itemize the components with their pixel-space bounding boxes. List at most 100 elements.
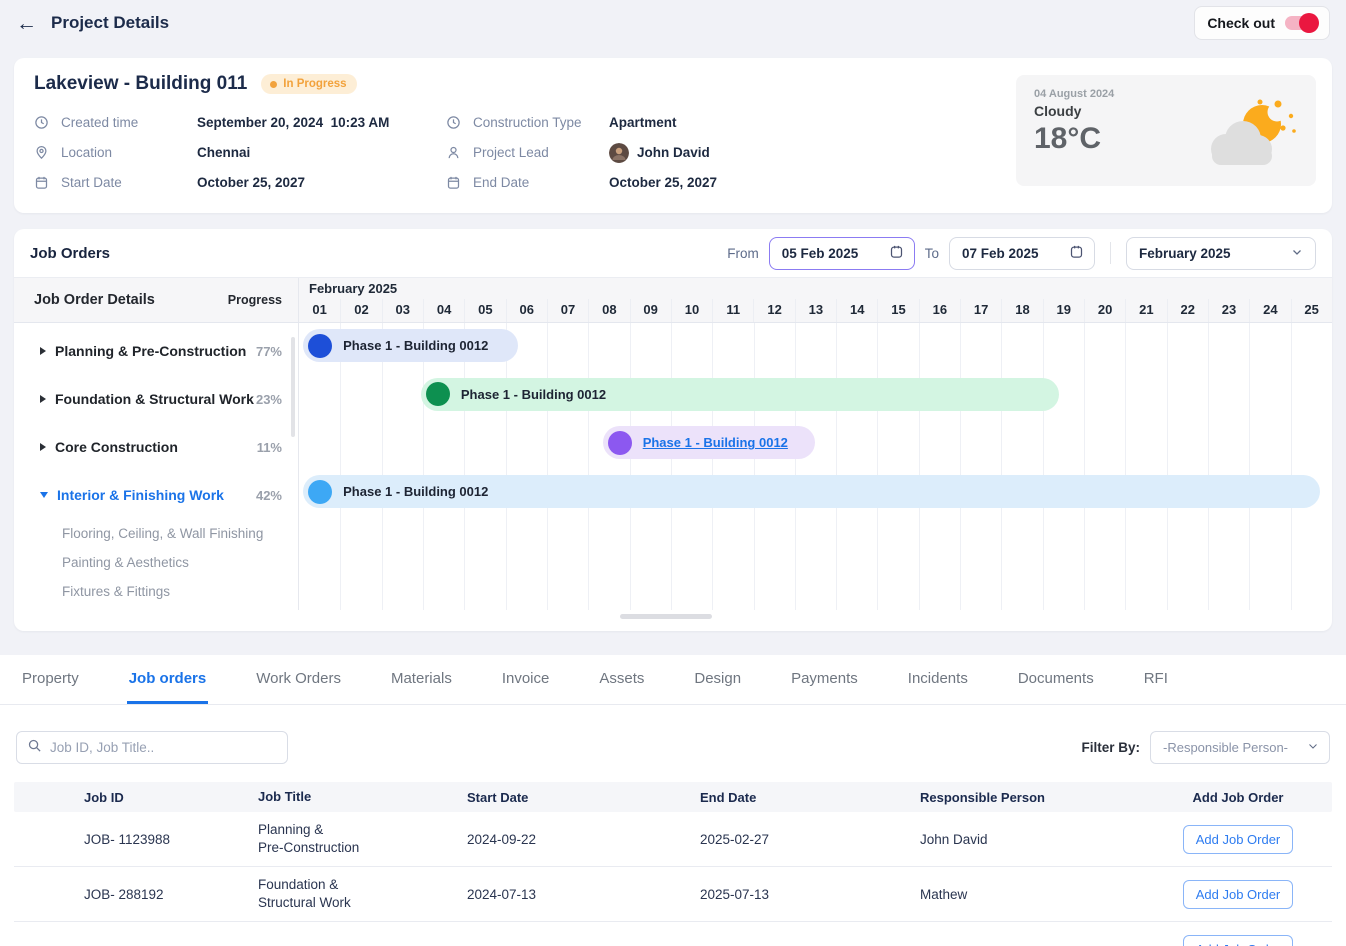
tab-documents[interactable]: Documents <box>1016 655 1096 704</box>
gantt-gridline <box>754 323 755 610</box>
tab-design[interactable]: Design <box>692 655 743 704</box>
chevron-down-icon <box>1307 740 1319 755</box>
field-value: John David <box>609 143 710 163</box>
tab-property[interactable]: Property <box>20 655 81 704</box>
day-header-cell: 15 <box>877 299 918 322</box>
search-box[interactable] <box>16 731 288 764</box>
job-order-subitem[interactable]: Fixtures & Fittings <box>14 577 298 606</box>
horizontal-scrollbar[interactable] <box>620 614 712 619</box>
day-header-cell: 20 <box>1084 299 1125 322</box>
day-header-cell: 24 <box>1249 299 1290 322</box>
job-order-item[interactable]: Interior & Finishing Work42% <box>14 471 298 519</box>
day-header-cell: 19 <box>1043 299 1084 322</box>
calendar-icon <box>446 175 462 190</box>
add-job-order-button[interactable]: Add Job Order <box>1183 825 1294 854</box>
tab-job-orders[interactable]: Job orders <box>127 655 209 704</box>
checkout-toggle[interactable] <box>1285 16 1317 30</box>
gantt-bar[interactable]: Phase 1 - Building 0012 <box>421 378 1059 411</box>
job-order-item[interactable]: Planning & Pre-Construction77% <box>14 327 298 375</box>
gantt-body: Planning & Pre-Construction77%Foundation… <box>14 323 1332 610</box>
job-id-cell: JOB- 1123988 <box>14 832 204 847</box>
gantt-days-header: February 2025 01020304050607080910111213… <box>299 278 1332 322</box>
page-title: Project Details <box>51 13 169 33</box>
topbar: ← Project Details Check out <box>0 0 1346 46</box>
search-input[interactable] <box>50 740 277 755</box>
tab-incidents[interactable]: Incidents <box>906 655 970 704</box>
tab-assets[interactable]: Assets <box>597 655 646 704</box>
gantt-month-label: February 2025 <box>309 281 397 296</box>
vertical-scrollbar[interactable] <box>291 337 295 437</box>
job-order-item[interactable]: Foundation & Structural Work23% <box>14 375 298 423</box>
day-header-cell: 05 <box>464 299 505 322</box>
day-header-cell: 03 <box>382 299 423 322</box>
field-label: Construction Type <box>473 115 609 130</box>
gantt-gridline <box>877 323 878 610</box>
end-date-cell: 2025-02-27 <box>664 832 894 847</box>
divider <box>1110 242 1111 264</box>
progress-column-header: Progress <box>228 293 282 307</box>
job-order-list: Planning & Pre-Construction77%Foundation… <box>14 323 299 610</box>
gantt-gridline <box>1043 323 1044 610</box>
tab-invoice[interactable]: Invoice <box>500 655 552 704</box>
project-title: Lakeview - Building 011 <box>34 73 247 95</box>
bar-label: Phase 1 - Building 0012 <box>461 387 606 402</box>
bar-dot-icon <box>308 334 332 358</box>
gantt-header: Job Order Details Progress February 2025… <box>14 277 1332 323</box>
project-field: Created timeSeptember 20, 2024 10:23 AM <box>34 112 446 133</box>
gantt-gridline <box>588 323 589 610</box>
gantt-grid: Phase 1 - Building 0012 Phase 1 - Buildin… <box>299 323 1332 610</box>
to-date-input[interactable]: 07 Feb 2025 <box>949 237 1095 270</box>
from-label: From <box>727 246 759 261</box>
add-job-order-button[interactable]: Add Job Order <box>1183 935 1294 946</box>
field-label: Start Date <box>61 175 197 190</box>
day-header-cell: 16 <box>919 299 960 322</box>
gantt-gridline <box>1084 323 1085 610</box>
job-orders-title: Job Orders <box>30 245 110 262</box>
job-order-subitem[interactable]: Flooring, Ceiling, & Wall Finishing <box>14 519 298 548</box>
from-date-input[interactable]: 05 Feb 2025 <box>769 237 915 270</box>
gantt-bar[interactable]: Phase 1 - Building 0012 <box>603 426 816 459</box>
tab-payments[interactable]: Payments <box>789 655 860 704</box>
pin-icon <box>34 145 50 160</box>
field-value: October 25, 2027 <box>609 175 717 190</box>
day-header-cell: 13 <box>795 299 836 322</box>
job-id-cell: JOB- 288192 <box>14 887 204 902</box>
gantt-gridline <box>671 323 672 610</box>
job-order-progress: 42% <box>256 488 282 503</box>
caret-right-icon <box>40 395 46 403</box>
job-order-item[interactable]: Core Construction11% <box>14 423 298 471</box>
month-selector[interactable]: February 2025 <box>1126 237 1316 270</box>
day-header-cell: 25 <box>1291 299 1332 322</box>
job-order-subitem[interactable]: Painting & Aesthetics <box>14 548 298 577</box>
bar-dot-icon <box>608 431 632 455</box>
tab-rfi[interactable]: RFI <box>1142 655 1170 704</box>
gantt-toolbar: Job Orders From 05 Feb 2025 To 07 Feb 20… <box>14 229 1332 277</box>
project-fields-left: Created timeSeptember 20, 2024 10:23 AML… <box>34 112 446 193</box>
day-header-cell: 08 <box>588 299 629 322</box>
gantt-bar[interactable]: Phase 1 - Building 0012 <box>303 329 518 362</box>
status-dot-icon <box>270 81 277 88</box>
job-order-item-label: Core Construction <box>55 439 257 455</box>
project-field: Start DateOctober 25, 2027 <box>34 172 446 193</box>
back-icon[interactable]: ← <box>16 13 37 34</box>
project-field: End DateOctober 25, 2027 <box>446 172 717 193</box>
project-field: Construction TypeApartment <box>446 112 717 133</box>
checkout-button[interactable]: Check out <box>1194 6 1330 40</box>
bar-label: Phase 1 - Building 0012 <box>343 338 488 353</box>
responsible-person-filter[interactable]: -Responsible Person- <box>1150 731 1330 764</box>
filter-value: -Responsible Person- <box>1163 740 1288 755</box>
column-header: Start Date <box>434 790 664 805</box>
job-order-progress: 23% <box>256 392 282 407</box>
gantt-gridline <box>1291 323 1292 610</box>
job-order-item-label: Planning & Pre-Construction <box>55 343 256 359</box>
day-header-cell: 10 <box>671 299 712 322</box>
gantt-bar[interactable]: Phase 1 - Building 0012 <box>303 475 1319 508</box>
add-job-order-button[interactable]: Add Job Order <box>1183 880 1294 909</box>
chevron-down-icon <box>1291 246 1303 261</box>
gantt-gridline <box>382 323 383 610</box>
to-label: To <box>925 246 939 261</box>
tab-work-orders[interactable]: Work Orders <box>254 655 343 704</box>
end-date-cell: 2025-07-13 <box>664 887 894 902</box>
detail-tabs-section: Property Job orders Work Orders Materials In… <box>0 655 1346 946</box>
tab-materials[interactable]: Materials <box>389 655 454 704</box>
